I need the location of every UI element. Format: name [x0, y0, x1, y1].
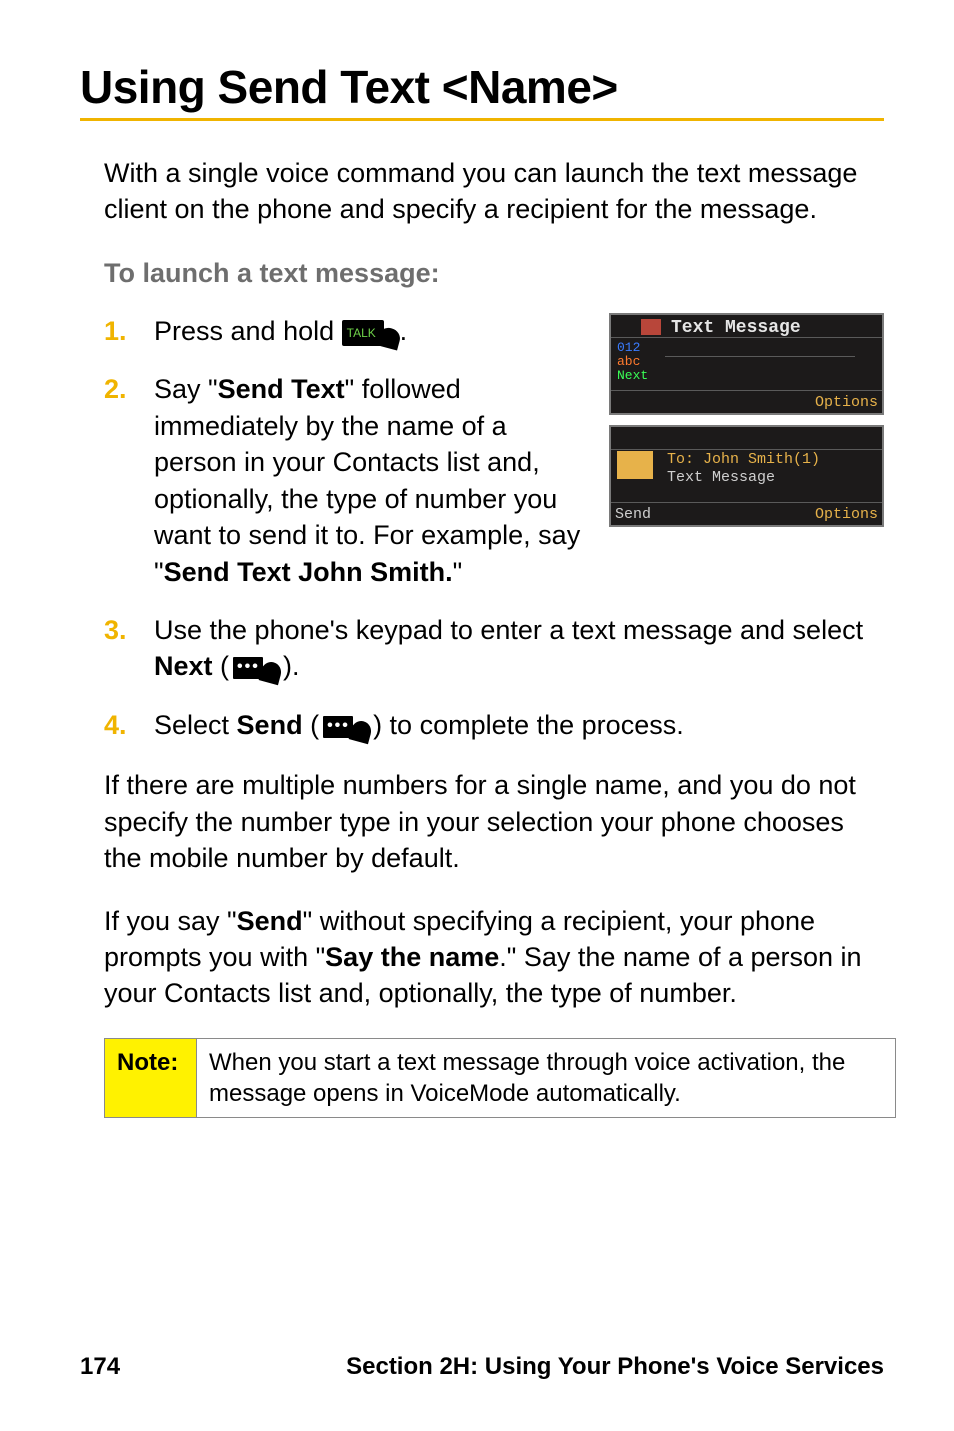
- step-3-t2: (: [213, 651, 230, 681]
- intro-paragraph: With a single voice command you can laun…: [104, 155, 884, 228]
- screenshot1-options: Options: [815, 394, 878, 411]
- step-3-b1: Next: [154, 651, 213, 681]
- step-2-b1: Send Text: [218, 374, 345, 404]
- talk-key-label: TALK: [347, 325, 376, 341]
- step-3-body: Use the phone's keypad to enter a text m…: [154, 612, 884, 685]
- step-number-2: 2.: [104, 371, 136, 590]
- page-title: Using Send Text <Name>: [80, 60, 884, 114]
- softkey-dots: •••: [237, 662, 260, 672]
- step-3-t3: ).: [283, 651, 300, 681]
- screenshot1-indicator-2: abc: [617, 354, 640, 369]
- after2-b1: Send: [237, 906, 303, 936]
- step-1-pre: Press and hold: [154, 316, 342, 346]
- instruction-subhead: To launch a text message:: [104, 258, 884, 289]
- screenshot2-body: Text Message: [667, 469, 775, 486]
- step-2-b2: Send Text John Smith.: [164, 557, 453, 587]
- screenshot1-indicator-3: Next: [617, 368, 648, 383]
- title-rule: [80, 118, 884, 121]
- screenshot-text-message-blank: Text Message 012 abc Next Options: [609, 313, 884, 415]
- step-number-4: 4.: [104, 707, 136, 743]
- step-1-body: Press and hold TALK.: [154, 313, 593, 349]
- screenshot1-title: Text Message: [671, 318, 801, 338]
- step-4-t1: Select: [154, 710, 237, 740]
- right-softkey-icon: •••: [231, 653, 281, 683]
- screenshot-text-message-recipient: To: John Smith(1) Text Message Send Opti…: [609, 425, 884, 527]
- step-4-t3: ) to complete the process.: [373, 710, 684, 740]
- note-label: Note:: [105, 1038, 197, 1117]
- screenshot2-options: Options: [815, 506, 878, 523]
- step-number-3: 3.: [104, 612, 136, 685]
- step-4-b1: Send: [237, 710, 303, 740]
- paragraph-multiple-numbers: If there are multiple numbers for a sing…: [104, 767, 884, 876]
- step-number-1: 1.: [104, 313, 136, 349]
- step-4-body: Select Send ( ••• ) to complete the proces…: [154, 707, 884, 743]
- paragraph-say-the-name: If you say "Send" without specifying a r…: [104, 903, 884, 1012]
- after2-t1: If you say ": [104, 906, 237, 936]
- page-number: 174: [80, 1353, 120, 1381]
- step-2-body: Say "Send Text" followed immediately by …: [154, 371, 593, 590]
- page-footer: 174 Section 2H: Using Your Phone's Voice…: [80, 1353, 884, 1381]
- step-2-t2: " followed immediately by the name of a …: [154, 374, 580, 586]
- step-2-t3: ": [453, 557, 463, 587]
- step-3-t1: Use the phone's keypad to enter a text m…: [154, 615, 863, 645]
- note-box: Note: When you start a text message thro…: [104, 1038, 896, 1118]
- after2-b2: Say the name: [325, 942, 499, 972]
- talk-key-icon: TALK: [342, 318, 400, 348]
- note-text: When you start a text message through vo…: [197, 1038, 896, 1117]
- left-softkey-icon: •••: [321, 712, 371, 742]
- screenshot2-to-line: To: John Smith(1): [667, 451, 820, 468]
- softkey-dots-2: •••: [327, 721, 350, 731]
- step-1-post: .: [400, 316, 408, 346]
- step-2-t1: Say ": [154, 374, 218, 404]
- example-screenshots: Text Message 012 abc Next Options To: Jo…: [609, 313, 884, 537]
- screenshot2-send: Send: [615, 506, 651, 523]
- step-4-t2: (: [303, 710, 320, 740]
- screenshot1-indicator-1: 012: [617, 340, 640, 355]
- section-label: Section 2H: Using Your Phone's Voice Ser…: [346, 1353, 884, 1381]
